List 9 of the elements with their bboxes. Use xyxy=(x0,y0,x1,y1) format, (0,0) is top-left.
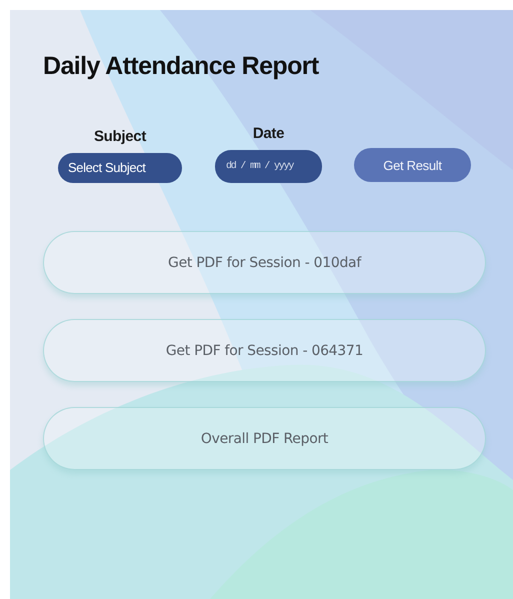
pdf-report-button[interactable]: Get PDF for Session - 010daf xyxy=(43,231,486,294)
subject-dropdown[interactable]: Select Subject xyxy=(58,153,182,183)
field-label: Date xyxy=(252,125,284,142)
pdf-report-button[interactable]: Overall PDF Report xyxy=(43,407,486,470)
field-label: Subject xyxy=(94,128,146,145)
date-field[interactable]: dd / mm / yyyy xyxy=(215,150,322,183)
page-title: Daily Attendance Report xyxy=(43,51,320,82)
pdf-report-button[interactable]: Get PDF for Session - 064371 xyxy=(43,319,486,382)
get-result-button[interactable]: Get Result xyxy=(354,148,471,182)
